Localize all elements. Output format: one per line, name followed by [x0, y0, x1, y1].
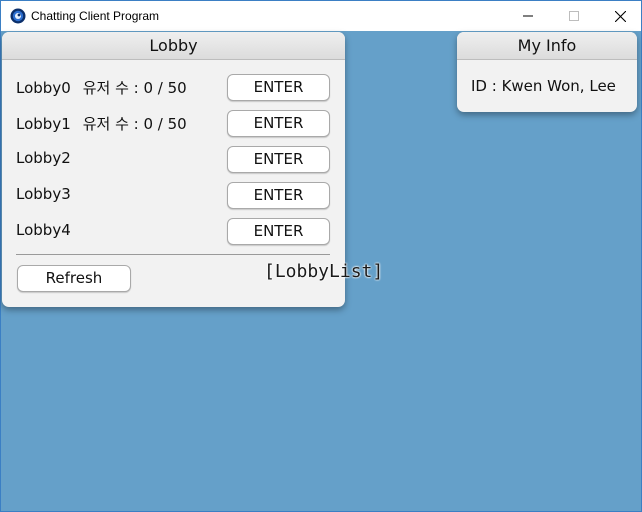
minimize-icon	[523, 15, 533, 17]
close-icon	[614, 10, 626, 22]
lobby-panel-title: Lobby	[2, 32, 345, 60]
enter-button-lobby3[interactable]: ENTER	[227, 182, 330, 209]
my-info-panel-title: My Info	[457, 32, 637, 60]
lobby-user-count: 유저 수 : 0 / 50	[82, 79, 187, 97]
maximize-icon	[569, 11, 579, 21]
lobby-row-1-label: Lobby1 유저 수 : 0 / 50	[16, 113, 187, 134]
enter-button-lobby4[interactable]: ENTER	[227, 218, 330, 245]
enter-button-lobby0[interactable]: ENTER	[227, 74, 330, 101]
title-bar[interactable]: Chatting Client Program	[1, 1, 641, 31]
app-window: Chatting Client Program Lobby Lobby0 유저 수…	[0, 0, 642, 512]
lobby-row-3-label: Lobby3	[16, 185, 83, 203]
lobby-name: Lobby4	[16, 221, 71, 239]
window-title: Chatting Client Program	[31, 9, 160, 23]
refresh-button[interactable]: Refresh	[17, 265, 131, 292]
lobby-row-0-label: Lobby0 유저 수 : 0 / 50	[16, 77, 187, 98]
lobby-list-label: [LobbyList]	[264, 261, 384, 282]
lobby-user-count: 유저 수 : 0 / 50	[82, 115, 187, 133]
my-info-panel: My Info ID : Kwen Won, Lee	[457, 32, 637, 112]
divider	[16, 254, 330, 255]
enter-button-lobby2[interactable]: ENTER	[227, 146, 330, 173]
lobby-name: Lobby1	[16, 115, 71, 133]
lobby-name: Lobby2	[16, 149, 71, 167]
close-button[interactable]	[597, 1, 642, 31]
enter-button-lobby1[interactable]: ENTER	[227, 110, 330, 137]
maximize-button[interactable]	[551, 1, 597, 31]
app-icon	[10, 8, 26, 24]
lobby-name: Lobby0	[16, 79, 71, 97]
minimize-button[interactable]	[505, 1, 551, 31]
lobby-row-4-label: Lobby4	[16, 221, 83, 239]
user-id-label: ID : Kwen Won, Lee	[471, 77, 616, 95]
lobby-row-2-label: Lobby2	[16, 149, 83, 167]
lobby-name: Lobby3	[16, 185, 71, 203]
